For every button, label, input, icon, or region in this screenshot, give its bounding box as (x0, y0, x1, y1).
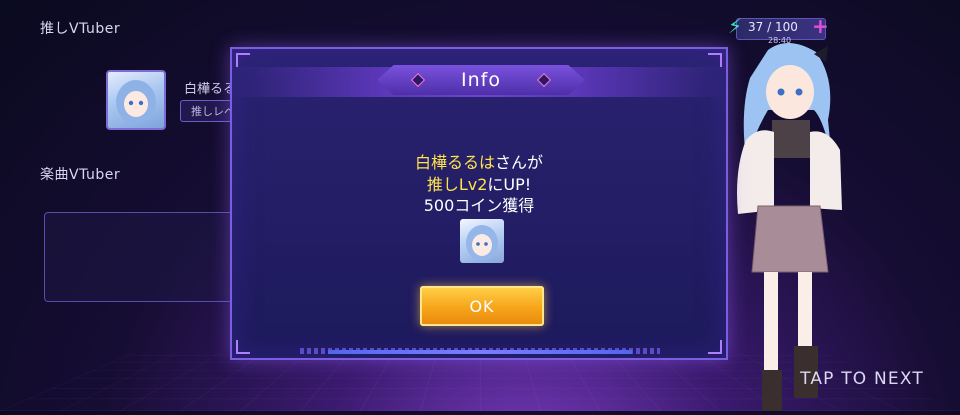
dialog-corner-decoration (708, 340, 722, 354)
dialog-corner-decoration (708, 53, 722, 67)
vtuber-character-illustration (728, 40, 848, 411)
favorite-vtuber-section-label: 推しVTuber (40, 21, 121, 37)
tap-to-next-prompt[interactable]: TAP TO NEXT (800, 369, 924, 389)
message-text: さんが (495, 153, 544, 172)
stamina-value: 37 / 100 (748, 20, 798, 34)
music-vtuber-section-label: 楽曲VTuber (40, 167, 121, 183)
dialog-corner-decoration (236, 340, 250, 354)
reward-text: 500コイン獲得 (423, 196, 535, 215)
music-vtuber-slot[interactable] (44, 212, 236, 302)
dialog-title-plate: Info (377, 63, 585, 101)
info-dialog: Info 白樺るるはさんが 推しLv2にUP! 500コイン獲得 OK (230, 47, 728, 360)
vtuber-reward-thumbnail (460, 219, 504, 263)
avatar-portrait-icon (116, 80, 156, 124)
lightning-bolt-icon: ⚡ (728, 14, 743, 38)
message-line-1: 白樺るるはさんが (232, 149, 726, 173)
ok-button[interactable]: OK (420, 286, 544, 326)
avatar-portrait-icon (466, 225, 498, 261)
favorite-vtuber-avatar[interactable] (106, 70, 166, 130)
dialog-corner-decoration (236, 53, 250, 67)
favorite-vtuber-name: 白樺るる (184, 82, 237, 97)
dialog-footer-accent (328, 350, 632, 354)
vtuber-name-highlight: 白樺るるは (414, 153, 495, 172)
plus-icon[interactable]: + (812, 14, 829, 38)
dialog-title: Info (461, 69, 501, 91)
